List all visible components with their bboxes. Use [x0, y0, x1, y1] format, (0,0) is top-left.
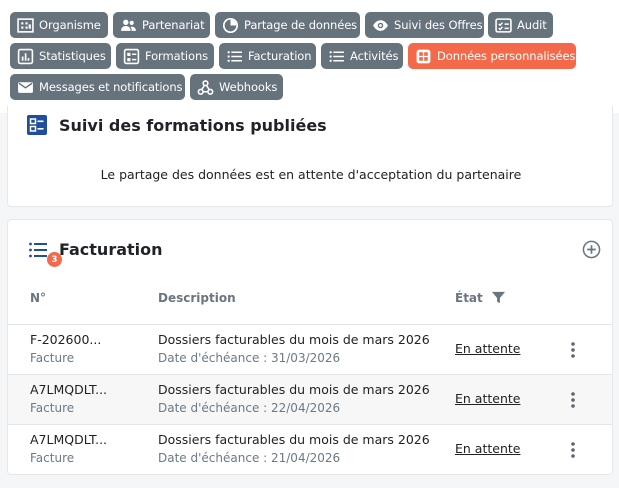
invoice-description: Dossiers facturables du mois de mars 202…: [158, 382, 430, 397]
pie-icon: [222, 17, 239, 33]
column-header-description: Description: [158, 291, 236, 305]
card-list-icon: [123, 48, 140, 64]
table-row[interactable]: A7LMQDLT... Facture Dossiers facturables…: [8, 374, 612, 424]
table-row[interactable]: F-202600... Facture Dossiers facturables…: [8, 324, 612, 374]
tab-facturation[interactable]: Facturation: [219, 43, 316, 69]
table-row[interactable]: A7LMQDLT... Facture Dossiers facturables…: [8, 424, 612, 474]
column-header-state: État: [455, 291, 483, 305]
formations-title: Suivi des formations publiées: [59, 116, 327, 135]
people-icon: [121, 19, 136, 31]
filter-icon[interactable]: [491, 290, 506, 305]
invoice-type: Facture: [30, 401, 75, 415]
invoice-number: A7LMQDLT...: [30, 382, 108, 397]
tab-donnees-personnalisees[interactable]: Données personnalisées: [408, 43, 576, 69]
invoice-due-date: Date d'échéance : 31/03/2026: [158, 351, 341, 365]
list-icon: [29, 242, 47, 258]
tab-activites[interactable]: Activités: [321, 43, 403, 69]
mail-icon: [18, 81, 33, 93]
invoice-type: Facture: [30, 351, 75, 365]
invoice-number: A7LMQDLT...: [30, 432, 108, 447]
billing-card: 3 Facturation N° Description État F-2026…: [7, 219, 613, 475]
tab-formations[interactable]: Formations: [116, 43, 214, 69]
checklist-icon: [495, 17, 512, 33]
tab-audit[interactable]: Audit: [488, 12, 553, 38]
tab-statistiques[interactable]: Statistiques: [10, 43, 111, 69]
building-icon: [17, 17, 34, 33]
webhook-icon: [197, 79, 214, 95]
invoice-due-date: Date d'échéance : 22/04/2026: [158, 401, 341, 415]
column-header-number: N°: [30, 291, 47, 305]
list-icon: [329, 50, 344, 62]
grid-icon: [416, 49, 431, 63]
invoice-state-link[interactable]: En attente: [455, 341, 520, 356]
more-options-icon[interactable]: [566, 341, 580, 359]
list-icon: [227, 50, 242, 62]
eye-icon: [373, 19, 388, 31]
invoice-description: Dossiers facturables du mois de mars 202…: [158, 332, 430, 347]
tab-bar: Organisme Partenariat Partage de données…: [0, 0, 619, 113]
invoice-state-link[interactable]: En attente: [455, 441, 520, 456]
bar-chart-icon: [17, 48, 34, 64]
invoice-number: F-202600...: [30, 332, 102, 347]
add-circle-icon[interactable]: [582, 240, 601, 259]
tab-webhooks[interactable]: Webhooks: [190, 74, 283, 100]
invoice-state-link[interactable]: En attente: [455, 391, 520, 406]
pending-share-message: Le partage des données est en attente d'…: [100, 167, 522, 182]
card-list-icon: [27, 115, 47, 135]
invoice-due-date: Date d'échéance : 21/04/2026: [158, 451, 341, 465]
formations-card: Suivi des formations publiées Le partage…: [7, 106, 613, 207]
tab-suivi-offres[interactable]: Suivi des Offres: [365, 12, 484, 38]
billing-title: Facturation: [59, 240, 163, 259]
invoice-type: Facture: [30, 451, 75, 465]
tab-messages-notifications[interactable]: Messages et notifications: [10, 74, 185, 100]
invoice-description: Dossiers facturables du mois de mars 202…: [158, 432, 430, 447]
more-options-icon[interactable]: [566, 391, 580, 409]
more-options-icon[interactable]: [566, 441, 580, 459]
tab-organisme[interactable]: Organisme: [10, 12, 108, 38]
tab-partage-donnees[interactable]: Partage de données: [215, 12, 360, 38]
tab-partenariat[interactable]: Partenariat: [113, 12, 210, 38]
